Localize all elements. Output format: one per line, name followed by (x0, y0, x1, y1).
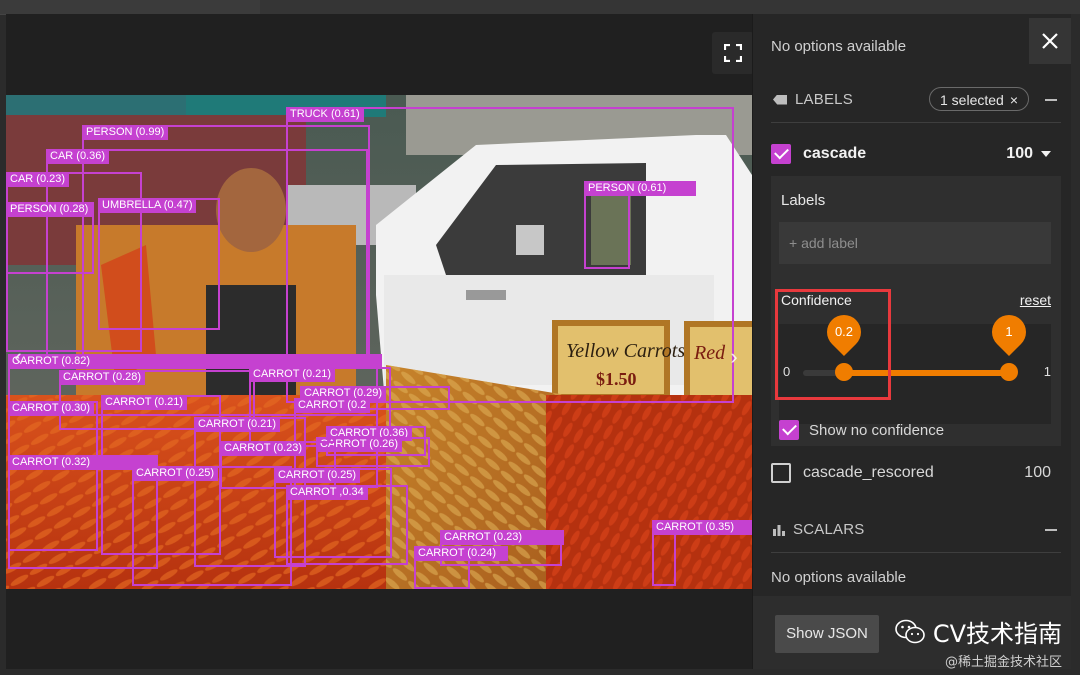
detection-label: CAR (0.36) (46, 149, 110, 164)
add-label-input[interactable]: + add label (779, 222, 1051, 264)
detection-box[interactable]: UMBRELLA (0.47) (98, 198, 220, 330)
top-options-message: No options available (771, 38, 907, 55)
detection-box[interactable]: CARROT ,0.34 (286, 485, 408, 565)
watermark: CV技术指南 @稀土掘金技术社区 (895, 614, 1062, 670)
detection-label: PERSON (0.61) (584, 181, 696, 196)
cascade-field-name: cascade (803, 145, 867, 162)
divider (771, 122, 1061, 123)
scalars-section-header[interactable]: SCALARS (773, 521, 864, 538)
cascade-rescored-checkbox[interactable] (771, 463, 791, 483)
slider-high-value-pin[interactable]: 1 (984, 307, 1034, 357)
low-pin-value: 0.2 (835, 324, 854, 339)
cascade-checkbox[interactable] (771, 144, 791, 164)
slider-min-label: 0 (783, 364, 791, 379)
selected-labels-chip[interactable]: 1 selected × (929, 87, 1030, 111)
wechat-icon (895, 619, 925, 643)
slider-high-handle[interactable] (1000, 363, 1018, 381)
detection-label: CARROT (0.35) (652, 520, 752, 535)
show-no-confidence-row[interactable]: Show no confidence (779, 420, 1051, 440)
detection-label: CARROT (0.21) (101, 395, 188, 410)
tag-icon (773, 94, 787, 105)
field-row-cascade-rescored[interactable]: cascade_rescored 100 (771, 462, 1061, 484)
window-tab[interactable] (0, 0, 260, 15)
close-button[interactable] (1029, 18, 1071, 64)
slider-low-handle[interactable] (835, 363, 854, 381)
cascade-rescored-count: 100 (1024, 464, 1051, 481)
detection-label: CARROT (0.23) (440, 530, 564, 545)
collapse-labels-icon[interactable] (1045, 99, 1057, 101)
detection-box[interactable]: CARROT (0.24) (414, 546, 508, 589)
reset-link[interactable]: reset (1020, 292, 1051, 308)
labels-section-header[interactable]: LABELS (773, 91, 853, 108)
cascade-options-panel: Labels + add label Confidence reset 0 1 … (771, 176, 1061, 446)
scalars-section-title: SCALARS (793, 521, 865, 538)
detection-label: CARROT ,0.34 (286, 485, 368, 500)
selected-count: 1 selected (940, 92, 1004, 108)
detection-label: CARROT (0.30) (8, 401, 95, 416)
detection-label: PERSON (0.99) (82, 125, 169, 140)
divider (771, 552, 1061, 553)
detection-label: CARROT (0.25) (132, 466, 219, 481)
show-json-button[interactable]: Show JSON (775, 615, 879, 653)
slider-max-label: 1 (1043, 364, 1051, 379)
chevron-down-icon[interactable] (1041, 151, 1051, 157)
detection-label: CARROT (0.28) (59, 370, 146, 385)
close-icon (1042, 33, 1058, 49)
scalars-options-message: No options available (771, 569, 907, 586)
detection-label: UMBRELLA (0.47) (98, 198, 197, 213)
sample-image[interactable]: Yellow Carrots $1.50 Red TRUCK (0.61) PE… (6, 95, 752, 589)
detection-label: PERSON (0.28) (6, 202, 93, 217)
previous-sample-arrow-icon[interactable]: ‹ (6, 344, 30, 370)
confidence-slider-container: 0 1 0.2 1 (779, 307, 1051, 424)
image-viewer: Yellow Carrots $1.50 Red TRUCK (0.61) PE… (6, 14, 754, 669)
detection-box[interactable]: CARROT (0.35) (652, 520, 752, 586)
fullscreen-icon (724, 44, 742, 62)
watermark-subtitle: @稀土掘金技术社区 (944, 655, 1062, 670)
cascade-rescored-field-name: cascade_rescored (803, 464, 934, 481)
field-row-cascade[interactable]: cascade 100 (771, 143, 1061, 165)
slider-low-value-pin[interactable]: 0.2 (820, 307, 869, 357)
detection-box[interactable]: PERSON (0.28) (6, 202, 94, 274)
detection-label: CARROT (0.21) (194, 417, 281, 432)
collapse-scalars-icon[interactable] (1045, 529, 1057, 531)
slider-range (844, 370, 1009, 376)
labels-heading: Labels (781, 192, 826, 209)
labels-section-title: LABELS (795, 91, 853, 108)
detection-box[interactable]: PERSON (0.61) (584, 181, 696, 269)
detection-label: CARROT (0.21) (249, 367, 336, 382)
show-no-confidence-label: Show no confidence (809, 421, 945, 439)
fullscreen-button[interactable] (712, 32, 754, 74)
detection-label: TRUCK (0.61) (286, 107, 364, 122)
confidence-heading: Confidence (781, 292, 852, 308)
show-no-confidence-checkbox[interactable] (779, 420, 799, 440)
detection-label: CARROT (0.25) (274, 468, 361, 483)
next-sample-arrow-icon[interactable]: › (722, 344, 746, 370)
cascade-count: 100 (1006, 145, 1033, 162)
high-pin-value: 1 (1005, 324, 1013, 339)
chip-close-icon[interactable]: × (1010, 88, 1018, 110)
bar-chart-icon (773, 524, 785, 536)
detection-box[interactable]: CARROT (0.25) (132, 466, 292, 586)
detection-label: CARROT (0.24) (414, 546, 508, 561)
detection-label: CARROT (0.23) (220, 441, 307, 456)
window-top-strip (0, 0, 1080, 15)
detection-label: CAR (0.23) (6, 172, 70, 187)
sidebar-panel: No options available LABELS 1 selected ×… (752, 14, 1071, 669)
detection-label: CARROT (0.2 (294, 398, 371, 413)
watermark-title: CV技术指南 (932, 620, 1062, 648)
